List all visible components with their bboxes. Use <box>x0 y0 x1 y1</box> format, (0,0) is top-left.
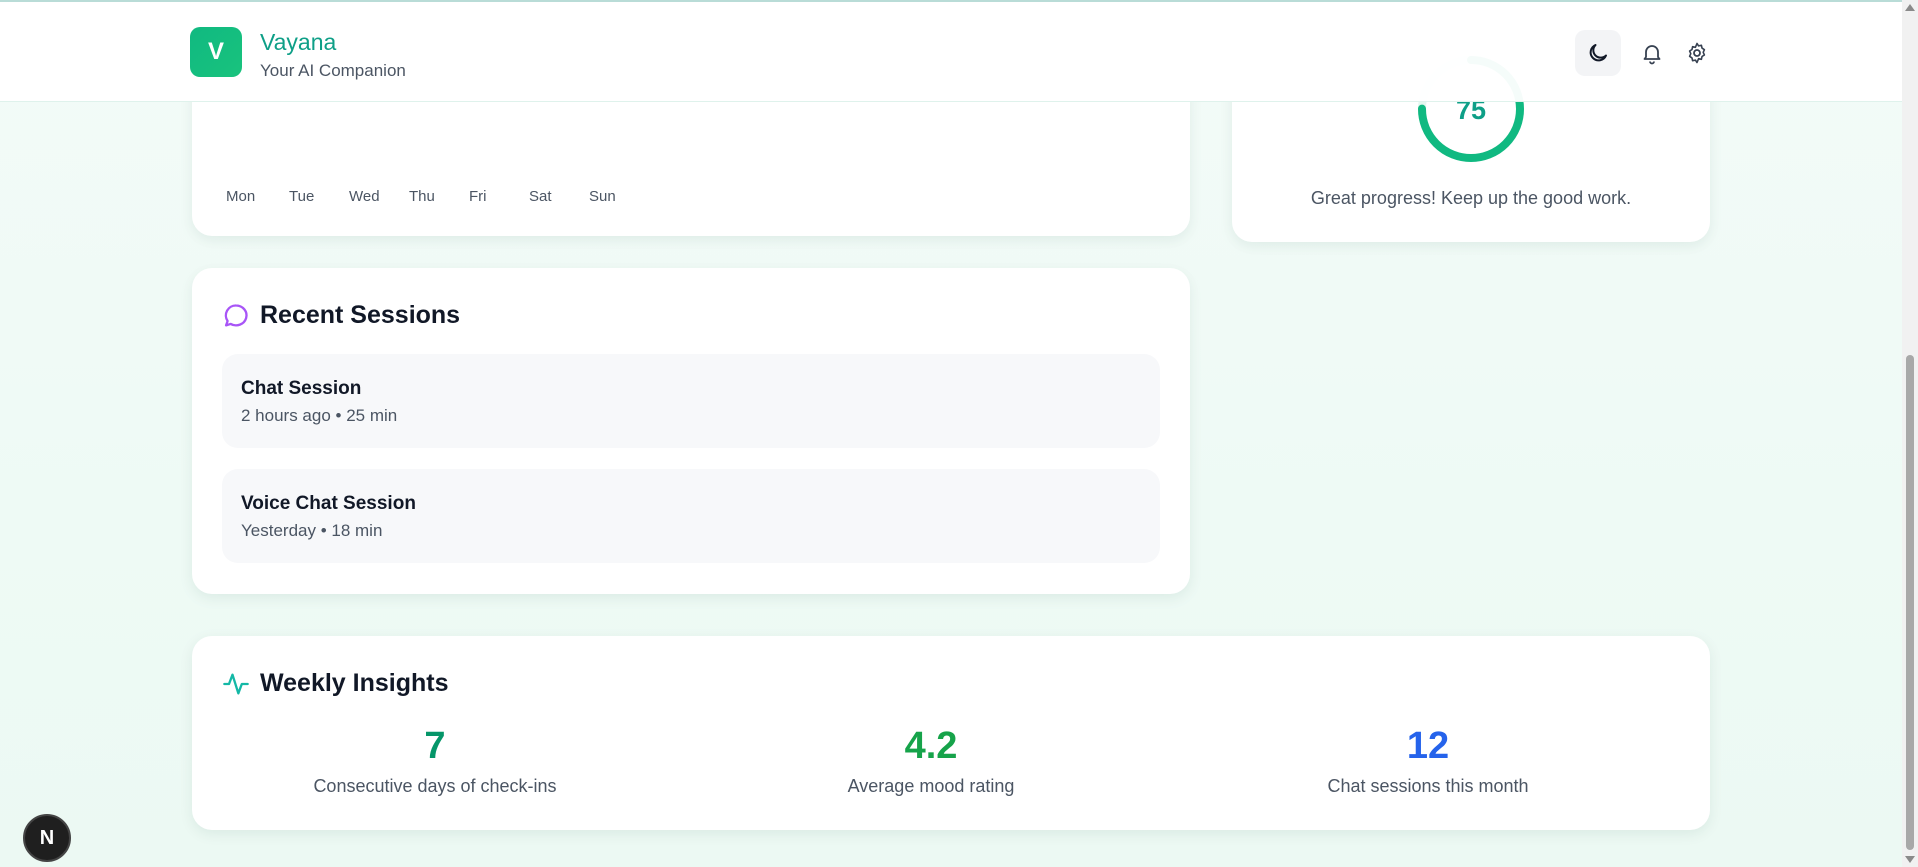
app-header: V Vayana Your AI Companion <box>0 2 1902 102</box>
stat-label: Average mood rating <box>847 776 1015 796</box>
insight-stat-mood: 4.2 Average mood rating <box>721 724 1141 797</box>
insight-stat-checkins: 7 Consecutive days of check-ins <box>225 724 645 797</box>
theme-toggle-button[interactable] <box>1575 30 1621 76</box>
insight-stat-sessions: 12 Chat sessions this month <box>1218 724 1638 797</box>
session-meta: Yesterday • 18 min <box>241 521 383 540</box>
weekly-insights-card: Weekly Insights 7 Consecutive days of ch… <box>192 636 1710 830</box>
stat-value: 12 <box>1406 725 1450 767</box>
notifications-button[interactable] <box>1629 30 1675 76</box>
recent-sessions-heading: Recent Sessions <box>222 301 460 330</box>
score-caption: Great progress! Keep up the good work. <box>1310 188 1632 208</box>
session-title: Chat Session <box>241 378 362 399</box>
session-item[interactable]: Voice Chat Session Yesterday • 18 min <box>222 469 1160 563</box>
brand-tagline: Your AI Companion <box>260 61 406 80</box>
scroll-thumb[interactable] <box>1906 355 1914 850</box>
bell-icon <box>1643 45 1661 65</box>
day-label: Tue <box>289 188 315 205</box>
scroll-up-arrow-icon[interactable] <box>1905 4 1915 11</box>
session-meta: 2 hours ago • 25 min <box>241 406 398 425</box>
activity-pulse-icon <box>223 673 249 694</box>
stat-value: 7 <box>424 725 446 767</box>
dev-tools-badge[interactable]: N <box>23 814 71 862</box>
day-label: Fri <box>469 188 487 205</box>
session-title: Voice Chat Session <box>241 493 416 514</box>
weekly-insights-heading: Weekly Insights <box>222 669 449 698</box>
chat-bubble-icon <box>224 303 248 326</box>
stat-value: 4.2 <box>904 725 958 767</box>
page-scrollbar[interactable] <box>1902 0 1918 867</box>
day-label: Wed <box>349 188 380 205</box>
moon-icon <box>1589 44 1607 62</box>
recent-sessions-title: Recent Sessions <box>260 301 461 329</box>
brand-name: Vayana <box>260 29 337 55</box>
recent-sessions-card: Recent Sessions Chat Session 2 hours ago… <box>192 268 1190 594</box>
weekday-labels: Mon Tue Wed Thu Fri Sat Sun <box>226 188 649 205</box>
stat-label: Consecutive days of check-ins <box>313 776 557 796</box>
stat-label: Chat sessions this month <box>1327 776 1529 796</box>
weekly-insights-title: Weekly Insights <box>260 669 449 697</box>
session-item[interactable]: Chat Session 2 hours ago • 25 min <box>222 354 1160 448</box>
day-label: Thu <box>409 188 435 205</box>
settings-button[interactable] <box>1674 30 1720 76</box>
day-label: Sun <box>589 188 616 205</box>
day-label: Mon <box>226 188 256 205</box>
gear-icon <box>1688 42 1706 64</box>
scroll-down-arrow-icon[interactable] <box>1905 856 1915 863</box>
app-logo[interactable]: V <box>190 27 242 77</box>
day-label: Sat <box>529 188 552 205</box>
